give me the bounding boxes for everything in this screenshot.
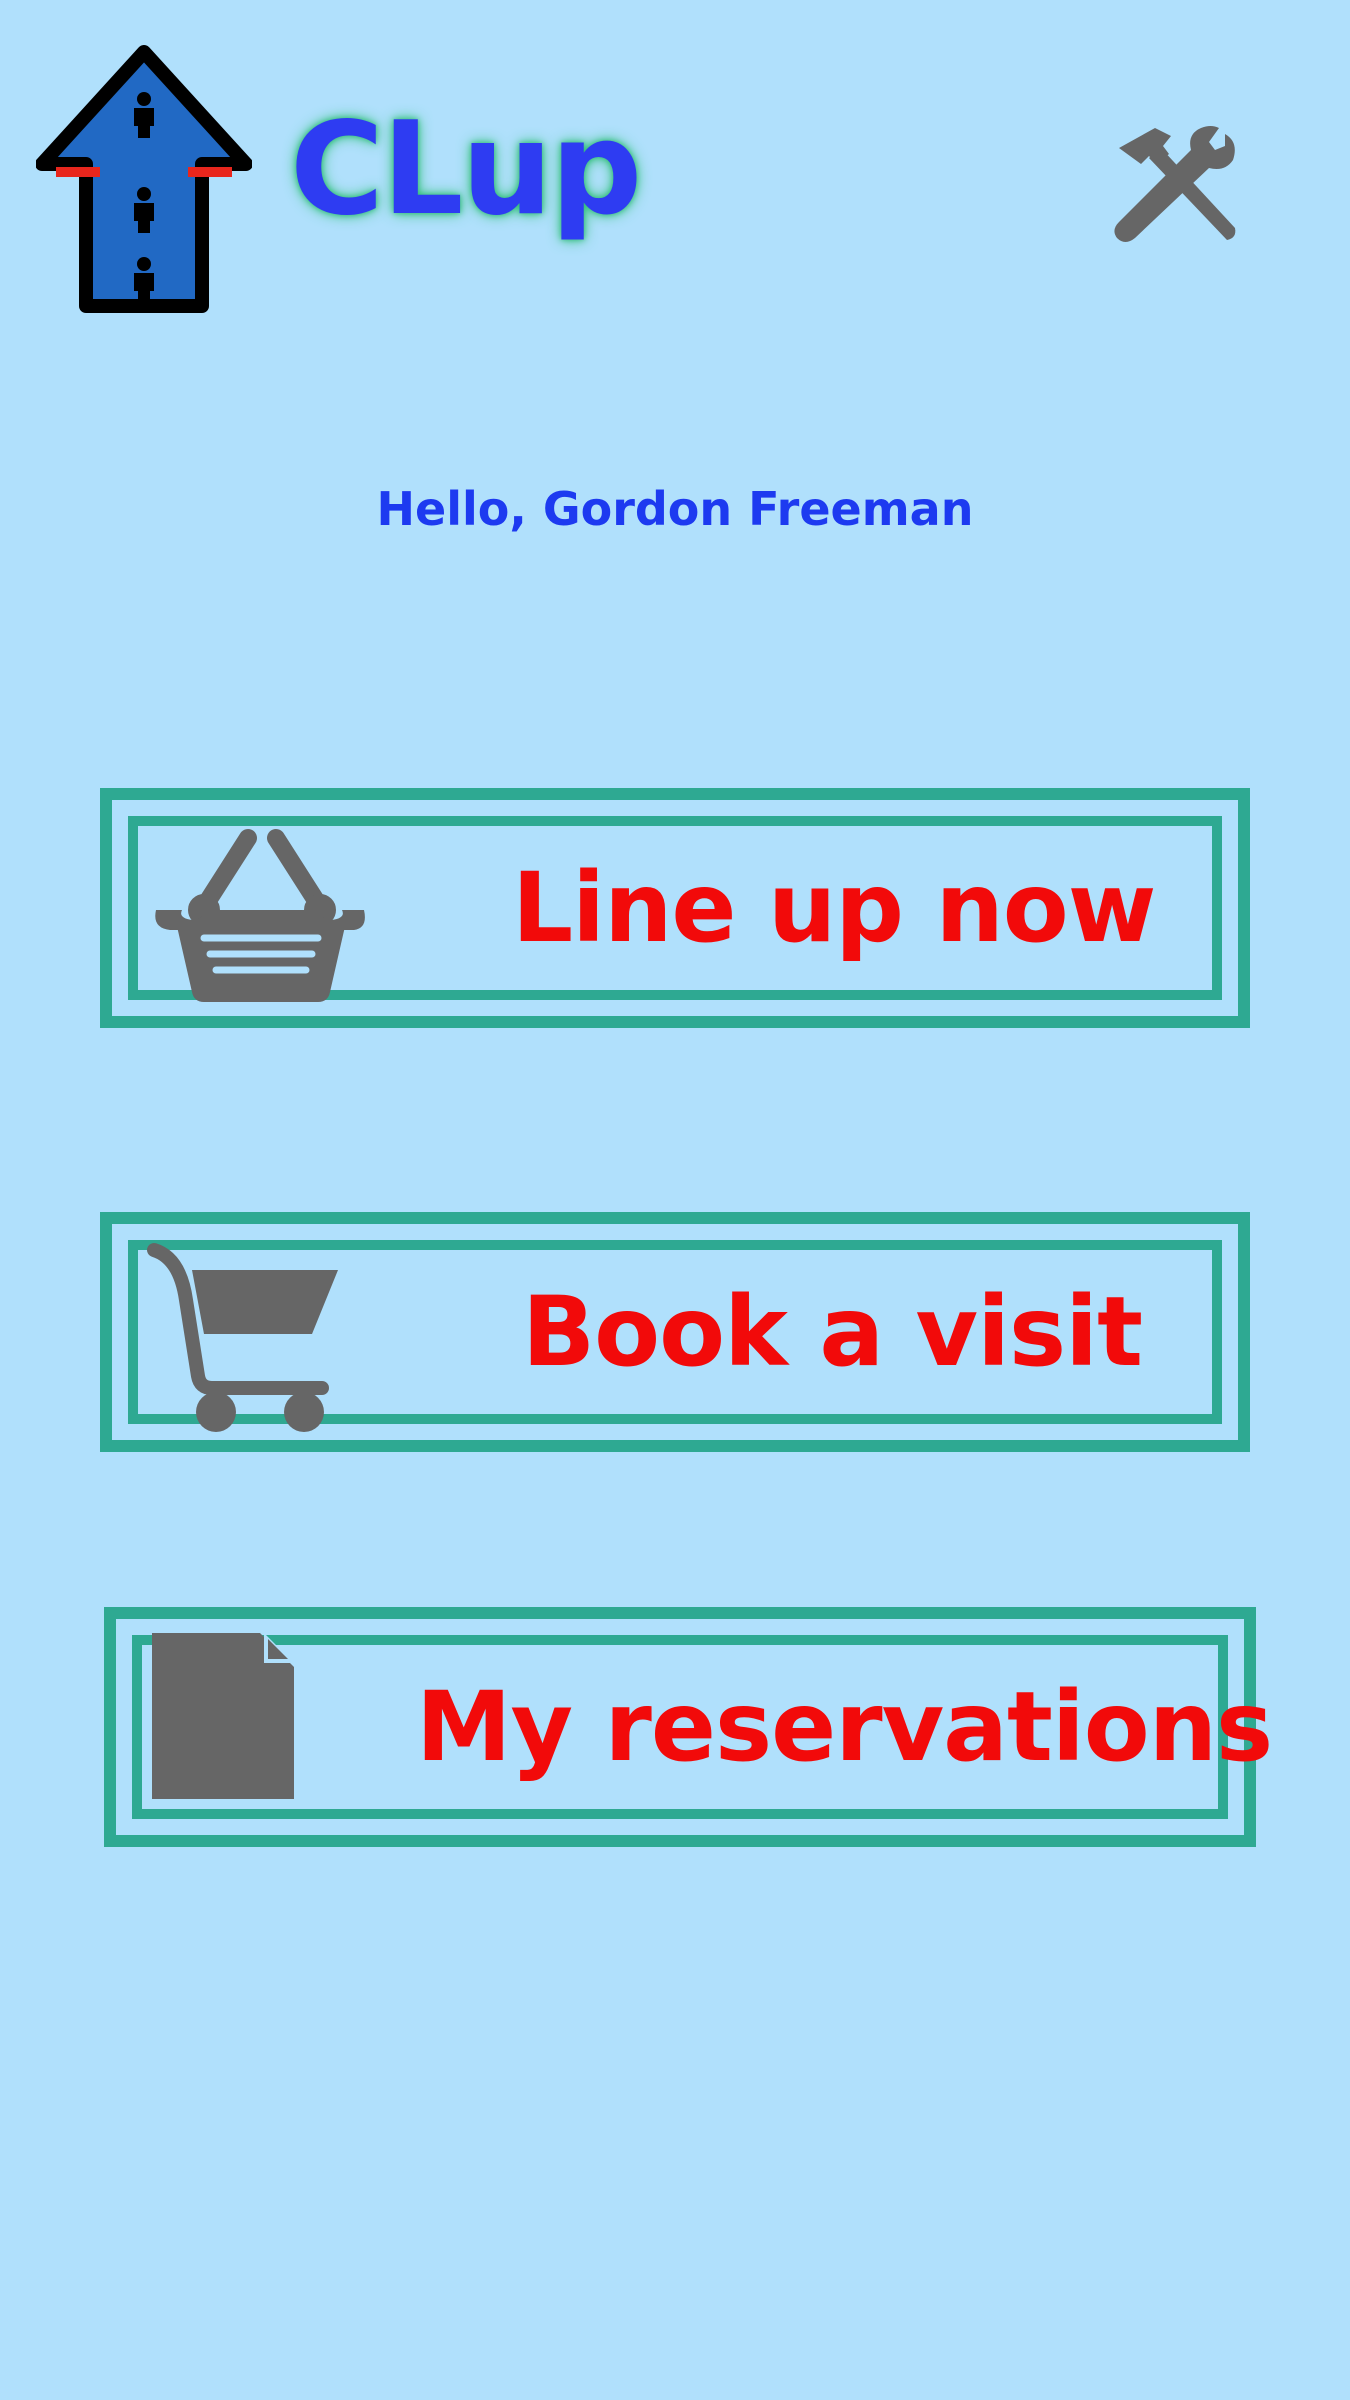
button-label: Line up now [512, 852, 1156, 964]
line-up-now-button[interactable]: Line up now [100, 788, 1250, 1028]
app-logo-icon [35, 44, 253, 320]
app-title: CLup [290, 95, 642, 244]
document-icon [150, 1627, 300, 1807]
button-label: My reservations [416, 1671, 1273, 1783]
cart-icon [146, 1240, 346, 1440]
tools-icon [1114, 126, 1236, 242]
basket-icon [146, 810, 368, 1010]
greeting-text: Hello, Gordon Freeman [376, 482, 974, 536]
my-reservations-button[interactable]: My reservations [104, 1607, 1273, 1847]
book-a-visit-button[interactable]: Book a visit [100, 1212, 1250, 1452]
settings-button[interactable] [1105, 120, 1240, 245]
button-label: Book a visit [522, 1276, 1143, 1388]
